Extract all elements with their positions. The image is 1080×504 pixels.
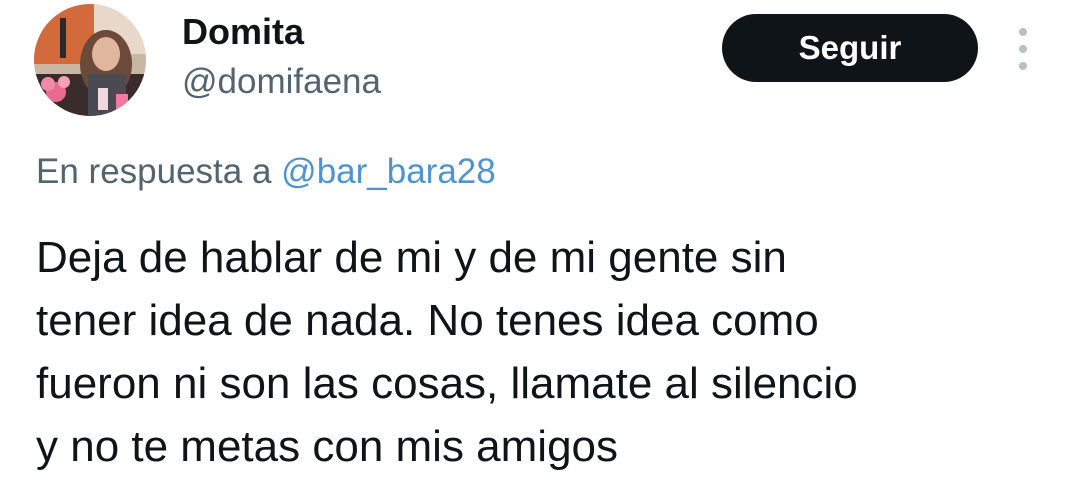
- more-dot: [1019, 28, 1027, 36]
- more-dot: [1019, 62, 1027, 70]
- tweet-line: Deja de hablar de mi y de mi gente sin: [36, 233, 787, 282]
- more-options-icon[interactable]: [1010, 28, 1036, 70]
- tweet-line: fueron ni son las cosas, llamate al sile…: [36, 359, 858, 408]
- reply-mention-link[interactable]: @bar_bara28: [281, 152, 496, 191]
- follow-button[interactable]: Seguir: [722, 14, 978, 82]
- tweet-line: y no te metas con mis amigos: [36, 422, 619, 471]
- reply-prefix: En respuesta a: [36, 152, 272, 191]
- user-handle[interactable]: @domifaena: [182, 62, 381, 102]
- avatar[interactable]: [34, 4, 146, 116]
- tweet-line: tener idea de nada. No tenes idea como: [36, 296, 819, 345]
- tweet-text: Deja de hablar de mi y de mi gente sin t…: [36, 226, 1046, 478]
- more-dot: [1019, 45, 1027, 53]
- reply-context: En respuesta a @bar_bara28: [36, 150, 496, 194]
- display-name[interactable]: Domita: [182, 12, 304, 52]
- avatar-photo: [34, 4, 146, 116]
